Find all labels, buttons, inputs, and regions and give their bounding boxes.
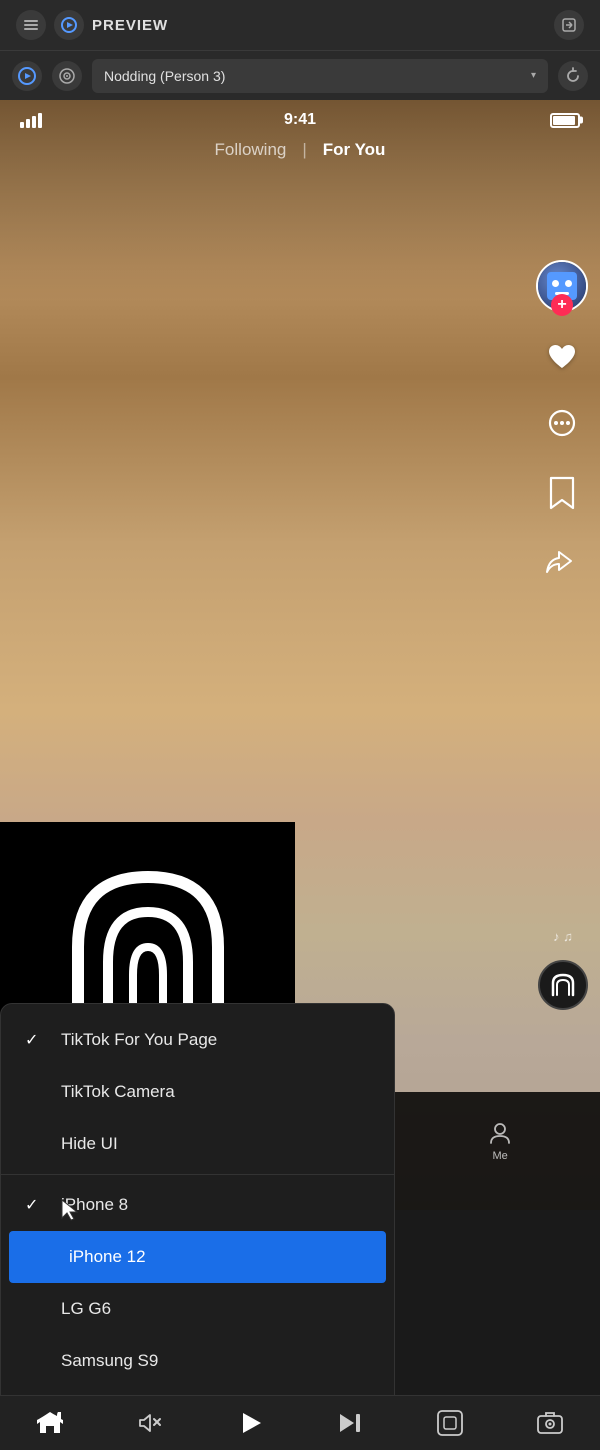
bookmark-icon bbox=[539, 470, 585, 516]
device-name: Nodding (Person 3) bbox=[104, 68, 225, 84]
signal-bar-2 bbox=[26, 119, 30, 128]
for-you-tab[interactable]: For You bbox=[323, 140, 386, 160]
comment-icon bbox=[539, 402, 585, 448]
nav-me-label: Me bbox=[493, 1150, 508, 1162]
tiktok-home-icon[interactable] bbox=[30, 1403, 70, 1443]
signal-bar-3 bbox=[32, 116, 36, 128]
menu-item-iphone12[interactable]: iPhone 12 bbox=[9, 1231, 386, 1283]
title-bar-left: PREVIEW bbox=[16, 10, 168, 40]
follow-plus-badge[interactable]: + bbox=[551, 294, 573, 316]
menu-label-iphone12: iPhone 12 bbox=[69, 1247, 146, 1267]
robot-eye-left bbox=[552, 280, 559, 287]
chevron-down-icon: ▾ bbox=[531, 70, 536, 81]
signal-bar-4 bbox=[38, 113, 42, 128]
menu-label-iphone8: iPhone 8 bbox=[61, 1195, 128, 1215]
status-bar: 9:41 bbox=[0, 100, 600, 140]
like-button[interactable] bbox=[539, 334, 585, 380]
battery-icon bbox=[550, 113, 580, 128]
menu-item-samsung-s9[interactable]: Samsung S9 bbox=[1, 1335, 394, 1387]
bottom-right-icons: ♪ ♫ bbox=[538, 929, 588, 1010]
status-time: 9:41 bbox=[284, 111, 316, 129]
menu-label-tiktok-for-you: TikTok For You Page bbox=[61, 1030, 217, 1050]
following-tab[interactable]: Following bbox=[215, 140, 287, 160]
title-bar: PREVIEW bbox=[0, 0, 600, 50]
comment-button[interactable] bbox=[539, 402, 585, 448]
share-action-button[interactable] bbox=[539, 538, 585, 584]
battery-fill bbox=[553, 116, 575, 125]
check-tiktok-for-you: ✓ bbox=[25, 1030, 45, 1050]
menu-divider bbox=[1, 1174, 394, 1175]
robot-eye-right bbox=[565, 280, 572, 287]
right-action-icons: + bbox=[536, 260, 588, 584]
menu-item-hide-ui[interactable]: Hide UI bbox=[1, 1118, 394, 1170]
share-action-icon bbox=[539, 538, 585, 584]
menu-item-lg-g6[interactable]: LG G6 bbox=[1, 1283, 394, 1335]
bookmark-button[interactable] bbox=[539, 470, 585, 516]
menu-label-tiktok-camera: TikTok Camera bbox=[61, 1082, 175, 1102]
dropdown-menu: ✓ TikTok For You Page TikTok Camera Hide… bbox=[0, 1003, 395, 1450]
check-iphone8: ✓ bbox=[25, 1195, 45, 1215]
camera-switch-icon[interactable] bbox=[530, 1403, 570, 1443]
capture-icon[interactable] bbox=[430, 1403, 470, 1443]
music-note-icon: ♪ ♫ bbox=[553, 929, 573, 944]
tiktok-header: Following | For You bbox=[0, 140, 600, 160]
next-icon[interactable] bbox=[330, 1403, 370, 1443]
menu-label-hide-ui: Hide UI bbox=[61, 1134, 118, 1154]
toolbar bbox=[0, 1395, 600, 1450]
app-title: PREVIEW bbox=[92, 17, 168, 34]
preview-app-icon[interactable] bbox=[12, 61, 42, 91]
header-divider: | bbox=[302, 140, 306, 160]
share-icon[interactable] bbox=[554, 10, 584, 40]
mute-icon[interactable] bbox=[130, 1403, 170, 1443]
creator-avatar-container[interactable]: + bbox=[536, 260, 588, 312]
menu-item-tiktok-for-you[interactable]: ✓ TikTok For You Page bbox=[1, 1014, 394, 1066]
device-selector[interactable]: Nodding (Person 3) ▾ bbox=[92, 59, 548, 93]
menu-label-samsung-s9: Samsung S9 bbox=[61, 1351, 158, 1371]
heart-icon bbox=[539, 334, 585, 380]
nav-me[interactable]: Me bbox=[487, 1120, 513, 1162]
signal-bar-1 bbox=[20, 122, 24, 128]
device-bar: Nodding (Person 3) ▾ bbox=[0, 50, 600, 100]
spinning-disc bbox=[538, 960, 588, 1010]
menu-item-iphone8[interactable]: ✓ iPhone 8 bbox=[1, 1179, 394, 1231]
layers-icon[interactable] bbox=[16, 10, 46, 40]
signal-bars bbox=[20, 113, 42, 128]
menu-label-lg-g6: LG G6 bbox=[61, 1299, 111, 1319]
refresh-icon[interactable] bbox=[558, 61, 588, 91]
preview-icon[interactable] bbox=[54, 10, 84, 40]
target-icon[interactable] bbox=[52, 61, 82, 91]
menu-item-tiktok-camera[interactable]: TikTok Camera bbox=[1, 1066, 394, 1118]
play-pause-icon[interactable] bbox=[230, 1403, 270, 1443]
